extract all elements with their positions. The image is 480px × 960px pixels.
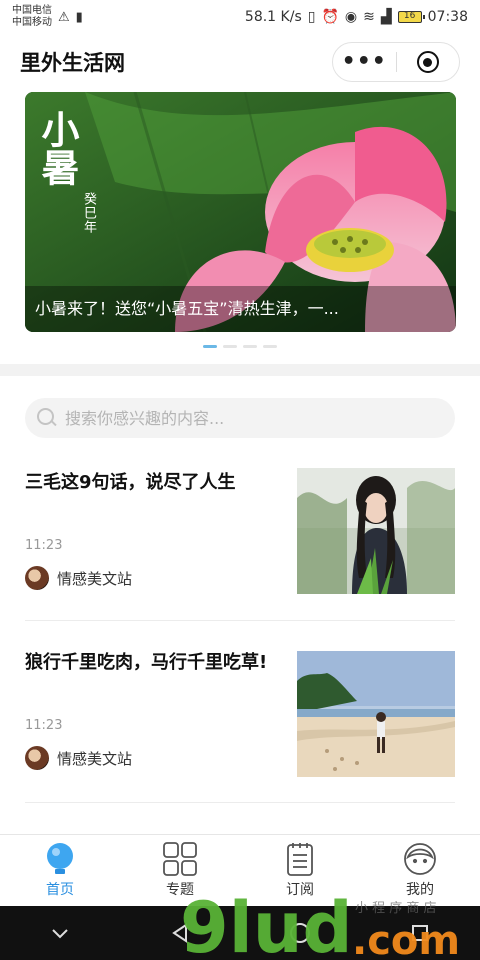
tab-subscribe[interactable]: 订阅: [240, 835, 360, 906]
battery-icon: 16: [397, 11, 425, 23]
signal-icon: ▟: [380, 9, 392, 25]
recents-square-icon: [412, 925, 428, 941]
carrier-labels: 中国电信 中国移动: [12, 5, 52, 29]
search-input[interactable]: [65, 408, 405, 428]
article-thumbnail[interactable]: [297, 651, 455, 777]
app-header: 里外生活网 •••: [0, 34, 480, 90]
carousel-dot: [203, 345, 217, 348]
tab-home[interactable]: 首页: [0, 835, 120, 906]
source-name: 情感美文站: [57, 569, 133, 588]
target-icon: [416, 51, 439, 73]
article-source: 情感美文站: [25, 746, 132, 770]
status-bar: 中国电信 中国移动 ⚠ ▮ 58.1 K/s ▯ ⏰ ◉ ≋ ▟ 16 07:3…: [0, 0, 480, 34]
thumbnail-image: [297, 468, 455, 594]
home-bulb-icon: [42, 841, 78, 877]
notebook-icon: [282, 841, 318, 877]
clock: 07:38: [427, 9, 468, 25]
thumbnail-image: [297, 651, 455, 777]
network-speed: 58.1 K/s: [244, 9, 302, 25]
close-miniprogram-button[interactable]: [397, 51, 460, 73]
article-title[interactable]: 狼行千里吃肉，马行千里吃草!: [25, 648, 275, 678]
eye-icon: ◉: [344, 9, 358, 25]
carousel-dot: [263, 345, 277, 348]
more-menu-button[interactable]: •••: [333, 42, 396, 82]
source-name: 情感美文站: [57, 749, 133, 768]
bottom-tab-bar: 首页 专题 订阅 我的: [0, 834, 480, 906]
article-thumbnail[interactable]: [297, 468, 455, 594]
tab-label: 我的: [406, 882, 434, 898]
article-time: 11:23: [25, 538, 63, 553]
back-triangle-icon: [172, 923, 187, 943]
article-source: 情感美文站: [25, 566, 132, 590]
carousel-dot: [243, 345, 257, 348]
banner-art-subtitle: 癸巳年: [81, 192, 96, 234]
home-circle-icon: [290, 923, 310, 943]
warning-icon: ⚠: [58, 9, 70, 25]
nav-collapse-button[interactable]: [40, 913, 80, 953]
carousel-dot: [223, 345, 237, 348]
tab-profile[interactable]: 我的: [360, 835, 480, 906]
article-time: 11:23: [25, 718, 63, 733]
app-title: 里外生活网: [20, 51, 125, 75]
banner-carousel[interactable]: 小暑 癸巳年 小暑来了！送您“小暑五宝”清热生津，一...: [25, 92, 456, 332]
chevron-down-icon: [52, 929, 68, 939]
alarm-icon: ⏰: [321, 9, 339, 25]
tab-label: 首页: [46, 882, 74, 898]
carrier-2: 中国移动: [12, 17, 52, 28]
search-bar[interactable]: [25, 398, 455, 438]
article-title[interactable]: 三毛这9句话，说尽了人生: [25, 468, 275, 498]
profile-icon: [402, 841, 438, 877]
mini-program-capsule: •••: [332, 42, 460, 82]
nav-back-button[interactable]: [160, 913, 200, 953]
article-card[interactable]: 三毛这9句话，说尽了人生 11:23 情感美文站: [25, 468, 455, 594]
banner-caption: 小暑来了！送您“小暑五宝”清热生津，一...: [25, 286, 456, 332]
tab-label: 专题: [166, 882, 194, 898]
list-divider: [25, 802, 455, 803]
section-divider: [0, 364, 480, 376]
tab-label: 订阅: [286, 882, 314, 898]
nav-home-button[interactable]: [280, 913, 320, 953]
sim-icon: ▮: [75, 9, 83, 25]
banner-art-title: 小暑: [35, 110, 80, 186]
search-icon: [37, 408, 57, 428]
nav-recents-button[interactable]: [400, 913, 440, 953]
avatar: [25, 746, 49, 770]
tab-topics[interactable]: 专题: [120, 835, 240, 906]
article-card[interactable]: 狼行千里吃肉，马行千里吃草! 11:23 情感美文站: [25, 648, 455, 777]
carrier-1: 中国电信: [12, 5, 52, 16]
carousel-indicator: [0, 345, 480, 348]
list-divider: [25, 620, 455, 621]
wifi-icon: ≋: [363, 9, 375, 25]
system-navigation-bar: [0, 906, 480, 960]
grid-icon: [162, 841, 198, 877]
avatar: [25, 566, 49, 590]
vibrate-icon: ▯: [307, 9, 316, 25]
battery-level: 16: [403, 11, 416, 21]
